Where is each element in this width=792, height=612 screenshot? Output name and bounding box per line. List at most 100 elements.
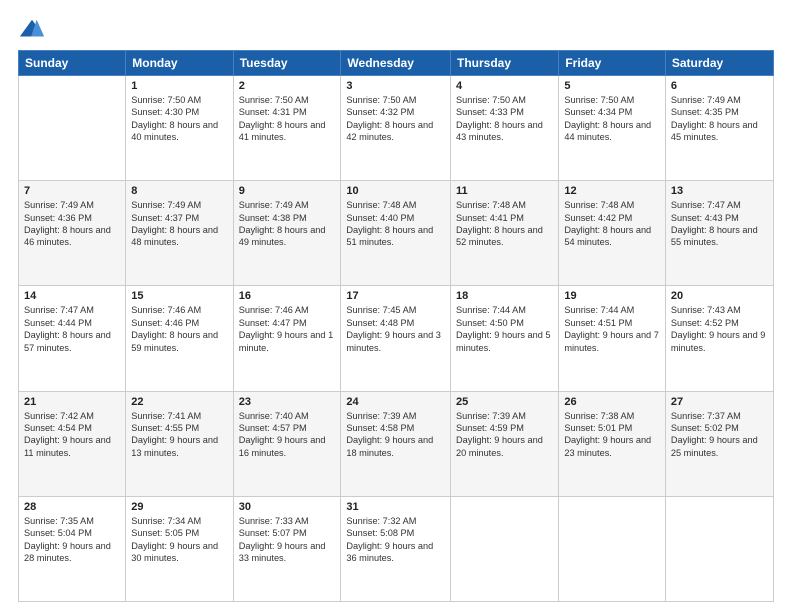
- sunset-text: Sunset: 4:32 PM: [346, 107, 414, 117]
- day-info: Sunrise: 7:33 AM Sunset: 5:07 PM Dayligh…: [239, 515, 336, 565]
- day-number: 3: [346, 80, 445, 92]
- calendar-cell: 5 Sunrise: 7:50 AM Sunset: 4:34 PM Dayli…: [559, 76, 666, 181]
- sunset-text: Sunset: 4:43 PM: [671, 213, 739, 223]
- sunrise-text: Sunrise: 7:46 AM: [239, 305, 309, 315]
- calendar-cell: 13 Sunrise: 7:47 AM Sunset: 4:43 PM Dayl…: [665, 181, 773, 286]
- calendar: SundayMondayTuesdayWednesdayThursdayFrid…: [18, 50, 774, 602]
- calendar-week-row: 28 Sunrise: 7:35 AM Sunset: 5:04 PM Dayl…: [19, 496, 774, 601]
- day-info: Sunrise: 7:50 AM Sunset: 4:30 PM Dayligh…: [131, 94, 227, 144]
- day-number: 14: [24, 290, 120, 302]
- sunrise-text: Sunrise: 7:50 AM: [456, 95, 526, 105]
- weekday-header: Friday: [559, 51, 666, 76]
- sunrise-text: Sunrise: 7:48 AM: [564, 200, 634, 210]
- day-info: Sunrise: 7:47 AM Sunset: 4:43 PM Dayligh…: [671, 199, 768, 249]
- day-info: Sunrise: 7:48 AM Sunset: 4:41 PM Dayligh…: [456, 199, 553, 249]
- sunrise-text: Sunrise: 7:39 AM: [346, 411, 416, 421]
- sunset-text: Sunset: 5:08 PM: [346, 528, 414, 538]
- sunrise-text: Sunrise: 7:32 AM: [346, 516, 416, 526]
- calendar-week-row: 14 Sunrise: 7:47 AM Sunset: 4:44 PM Dayl…: [19, 286, 774, 391]
- day-number: 25: [456, 396, 553, 408]
- sunrise-text: Sunrise: 7:38 AM: [564, 411, 634, 421]
- day-info: Sunrise: 7:35 AM Sunset: 5:04 PM Dayligh…: [24, 515, 120, 565]
- day-info: Sunrise: 7:32 AM Sunset: 5:08 PM Dayligh…: [346, 515, 445, 565]
- day-info: Sunrise: 7:46 AM Sunset: 4:46 PM Dayligh…: [131, 304, 227, 354]
- daylight-text: Daylight: 8 hours and 43 minutes.: [456, 120, 543, 142]
- sunset-text: Sunset: 4:30 PM: [131, 107, 199, 117]
- daylight-text: Daylight: 8 hours and 55 minutes.: [671, 225, 758, 247]
- weekday-header: Tuesday: [233, 51, 341, 76]
- calendar-cell: [559, 496, 666, 601]
- sunset-text: Sunset: 5:01 PM: [564, 423, 632, 433]
- sunrise-text: Sunrise: 7:45 AM: [346, 305, 416, 315]
- day-info: Sunrise: 7:43 AM Sunset: 4:52 PM Dayligh…: [671, 304, 768, 354]
- calendar-cell: 28 Sunrise: 7:35 AM Sunset: 5:04 PM Dayl…: [19, 496, 126, 601]
- calendar-week-row: 1 Sunrise: 7:50 AM Sunset: 4:30 PM Dayli…: [19, 76, 774, 181]
- calendar-cell: 11 Sunrise: 7:48 AM Sunset: 4:41 PM Dayl…: [451, 181, 559, 286]
- day-info: Sunrise: 7:48 AM Sunset: 4:42 PM Dayligh…: [564, 199, 660, 249]
- day-number: 4: [456, 80, 553, 92]
- calendar-cell: 10 Sunrise: 7:48 AM Sunset: 4:40 PM Dayl…: [341, 181, 451, 286]
- calendar-cell: 25 Sunrise: 7:39 AM Sunset: 4:59 PM Dayl…: [451, 391, 559, 496]
- sunrise-text: Sunrise: 7:49 AM: [24, 200, 94, 210]
- day-number: 10: [346, 185, 445, 197]
- sunrise-text: Sunrise: 7:50 AM: [131, 95, 201, 105]
- calendar-cell: 8 Sunrise: 7:49 AM Sunset: 4:37 PM Dayli…: [126, 181, 233, 286]
- sunset-text: Sunset: 4:40 PM: [346, 213, 414, 223]
- calendar-cell: 3 Sunrise: 7:50 AM Sunset: 4:32 PM Dayli…: [341, 76, 451, 181]
- sunset-text: Sunset: 4:38 PM: [239, 213, 307, 223]
- daylight-text: Daylight: 8 hours and 41 minutes.: [239, 120, 326, 142]
- day-number: 8: [131, 185, 227, 197]
- calendar-cell: 24 Sunrise: 7:39 AM Sunset: 4:58 PM Dayl…: [341, 391, 451, 496]
- day-number: 20: [671, 290, 768, 302]
- sunset-text: Sunset: 4:52 PM: [671, 318, 739, 328]
- calendar-cell: 23 Sunrise: 7:40 AM Sunset: 4:57 PM Dayl…: [233, 391, 341, 496]
- daylight-text: Daylight: 8 hours and 57 minutes.: [24, 330, 111, 352]
- sunset-text: Sunset: 5:07 PM: [239, 528, 307, 538]
- sunrise-text: Sunrise: 7:40 AM: [239, 411, 309, 421]
- daylight-text: Daylight: 9 hours and 7 minutes.: [564, 330, 659, 352]
- daylight-text: Daylight: 9 hours and 5 minutes.: [456, 330, 551, 352]
- day-info: Sunrise: 7:50 AM Sunset: 4:33 PM Dayligh…: [456, 94, 553, 144]
- day-info: Sunrise: 7:50 AM Sunset: 4:32 PM Dayligh…: [346, 94, 445, 144]
- daylight-text: Daylight: 9 hours and 3 minutes.: [346, 330, 441, 352]
- daylight-text: Daylight: 8 hours and 48 minutes.: [131, 225, 218, 247]
- weekday-header: Sunday: [19, 51, 126, 76]
- daylight-text: Daylight: 9 hours and 18 minutes.: [346, 435, 433, 457]
- sunset-text: Sunset: 4:51 PM: [564, 318, 632, 328]
- day-info: Sunrise: 7:44 AM Sunset: 4:51 PM Dayligh…: [564, 304, 660, 354]
- sunset-text: Sunset: 5:05 PM: [131, 528, 199, 538]
- sunset-text: Sunset: 4:37 PM: [131, 213, 199, 223]
- sunset-text: Sunset: 4:41 PM: [456, 213, 524, 223]
- sunrise-text: Sunrise: 7:43 AM: [671, 305, 741, 315]
- day-info: Sunrise: 7:49 AM Sunset: 4:37 PM Dayligh…: [131, 199, 227, 249]
- page: SundayMondayTuesdayWednesdayThursdayFrid…: [0, 0, 792, 612]
- calendar-cell: 29 Sunrise: 7:34 AM Sunset: 5:05 PM Dayl…: [126, 496, 233, 601]
- calendar-cell: 4 Sunrise: 7:50 AM Sunset: 4:33 PM Dayli…: [451, 76, 559, 181]
- sunrise-text: Sunrise: 7:49 AM: [239, 200, 309, 210]
- day-number: 30: [239, 501, 336, 513]
- sunrise-text: Sunrise: 7:50 AM: [239, 95, 309, 105]
- day-number: 15: [131, 290, 227, 302]
- daylight-text: Daylight: 9 hours and 28 minutes.: [24, 541, 111, 563]
- calendar-cell: 15 Sunrise: 7:46 AM Sunset: 4:46 PM Dayl…: [126, 286, 233, 391]
- sunset-text: Sunset: 4:58 PM: [346, 423, 414, 433]
- daylight-text: Daylight: 9 hours and 25 minutes.: [671, 435, 758, 457]
- calendar-header-row: SundayMondayTuesdayWednesdayThursdayFrid…: [19, 51, 774, 76]
- weekday-header: Monday: [126, 51, 233, 76]
- calendar-cell: 21 Sunrise: 7:42 AM Sunset: 4:54 PM Dayl…: [19, 391, 126, 496]
- daylight-text: Daylight: 8 hours and 49 minutes.: [239, 225, 326, 247]
- daylight-text: Daylight: 8 hours and 40 minutes.: [131, 120, 218, 142]
- sunset-text: Sunset: 4:48 PM: [346, 318, 414, 328]
- day-info: Sunrise: 7:47 AM Sunset: 4:44 PM Dayligh…: [24, 304, 120, 354]
- day-number: 29: [131, 501, 227, 513]
- calendar-cell: 16 Sunrise: 7:46 AM Sunset: 4:47 PM Dayl…: [233, 286, 341, 391]
- sunrise-text: Sunrise: 7:33 AM: [239, 516, 309, 526]
- day-number: 27: [671, 396, 768, 408]
- calendar-cell: 12 Sunrise: 7:48 AM Sunset: 4:42 PM Dayl…: [559, 181, 666, 286]
- day-number: 22: [131, 396, 227, 408]
- daylight-text: Daylight: 9 hours and 1 minute.: [239, 330, 334, 352]
- sunset-text: Sunset: 4:54 PM: [24, 423, 92, 433]
- daylight-text: Daylight: 8 hours and 44 minutes.: [564, 120, 651, 142]
- daylight-text: Daylight: 8 hours and 54 minutes.: [564, 225, 651, 247]
- day-info: Sunrise: 7:49 AM Sunset: 4:35 PM Dayligh…: [671, 94, 768, 144]
